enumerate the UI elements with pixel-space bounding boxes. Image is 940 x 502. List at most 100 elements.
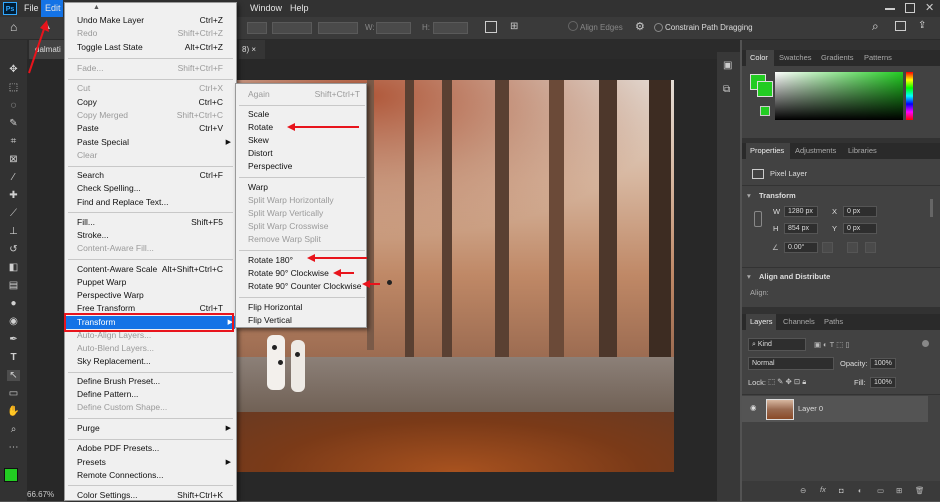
height-input[interactable]: 854 px xyxy=(784,223,818,234)
menu-item-check-spelling[interactable]: Check Spelling... xyxy=(77,182,233,195)
link-layers-icon[interactable]: ⊖ xyxy=(800,486,806,495)
submenu-item-distort[interactable]: Distort xyxy=(248,147,364,160)
tab-layers[interactable]: Layers xyxy=(746,314,776,330)
submenu-item-split-warp-horizontally[interactable]: Split Warp Horizontally xyxy=(248,194,364,207)
color-field[interactable] xyxy=(775,72,903,120)
path-selection-icon[interactable]: ↖ xyxy=(7,370,20,381)
dodge-tool-icon[interactable]: ◉ xyxy=(7,316,20,327)
stroke-type-dropdown[interactable] xyxy=(318,22,358,34)
link-icon[interactable] xyxy=(754,211,762,227)
submenu-item-remove-warp-split[interactable]: Remove Warp Split xyxy=(248,233,364,246)
search-icon[interactable]: ⌕ xyxy=(872,19,879,34)
menu-item-search[interactable]: Search Ctrl+F xyxy=(77,169,233,182)
submenu-item-flip-horizontal[interactable]: Flip Horizontal xyxy=(248,301,364,314)
kind-filter-dropdown[interactable]: ⌕ Kind xyxy=(748,338,806,351)
crop-tool-icon[interactable]: ⌗ xyxy=(7,136,20,147)
menu-item-define-pattern[interactable]: Define Pattern... xyxy=(77,388,233,401)
menu-item-content-aware-scale[interactable]: Content-Aware Scale Alt+Shift+Ctrl+C xyxy=(77,263,233,276)
stamp-tool-icon[interactable]: ⊥ xyxy=(7,226,20,237)
menu-item-clear[interactable]: Clear xyxy=(77,149,233,162)
group-icon[interactable]: ▭ xyxy=(877,486,884,495)
frame-tool-icon[interactable]: ⊠ xyxy=(7,154,20,165)
tab-adjustments[interactable]: Adjustments xyxy=(795,143,836,159)
history-panel-icon[interactable]: ▣ xyxy=(723,60,732,71)
zoom-level[interactable]: 66.67% xyxy=(27,490,67,501)
align-edges-checkbox[interactable] xyxy=(568,21,578,31)
eraser-tool-icon[interactable]: ◧ xyxy=(7,262,20,273)
eyedropper-icon[interactable]: ⁄ xyxy=(7,172,20,183)
path-align-icon[interactable]: ⊞ xyxy=(510,21,518,32)
hand-tool-icon[interactable]: ✋ xyxy=(7,406,20,417)
brush-tool-icon[interactable]: ⟋ xyxy=(7,208,20,219)
lock-icons[interactable]: ⬚ ✎ ✥ ⊡ 🔒︎ xyxy=(768,377,806,387)
home-icon[interactable]: ⌂ xyxy=(10,20,17,34)
submenu-item-split-warp-crosswise[interactable]: Split Warp Crosswise xyxy=(248,220,364,233)
eye-icon[interactable]: ◉ xyxy=(750,403,757,412)
layer-name[interactable]: Layer 0 xyxy=(798,404,823,413)
tab-swatches[interactable]: Swatches xyxy=(779,50,812,66)
menu-item-undo[interactable]: Undo Make Layer Ctrl+Z xyxy=(77,14,233,27)
menu-item-redo[interactable]: Redo Shift+Ctrl+Z xyxy=(77,27,233,40)
mask-icon[interactable]: ◘ xyxy=(839,486,844,495)
submenu-item-rotate-180[interactable]: Rotate 180° xyxy=(248,254,364,267)
menu-item-define-brush[interactable]: Define Brush Preset... xyxy=(77,375,233,388)
lasso-tool-icon[interactable]: ◌ xyxy=(7,100,20,111)
move-tool-icon[interactable]: ✥ xyxy=(7,64,20,75)
menu-item-sky-replacement[interactable]: Sky Replacement... xyxy=(77,355,233,368)
blur-tool-icon[interactable]: ● xyxy=(7,298,20,309)
history-brush-icon[interactable]: ↺ xyxy=(7,244,20,255)
menu-item-fill[interactable]: Fill... Shift+F5 xyxy=(77,216,233,229)
menu-item-find-replace[interactable]: Find and Replace Text... xyxy=(77,196,233,209)
document-tab-close[interactable]: 8) × xyxy=(239,40,265,59)
stroke-width-field[interactable] xyxy=(272,22,312,34)
quick-select-icon[interactable]: ✎ xyxy=(7,118,20,129)
menu-item-paste-special[interactable]: Paste Special ▶ xyxy=(77,136,233,149)
menu-item-define-custom-shape[interactable]: Define Custom Shape... xyxy=(77,401,233,414)
fill-input[interactable]: 100% xyxy=(870,377,896,388)
menu-item-color-settings[interactable]: Color Settings... Shift+Ctrl+K xyxy=(77,489,233,502)
new-layer-icon[interactable]: ⊞ xyxy=(896,486,902,495)
menu-item-stroke[interactable]: Stroke... xyxy=(77,229,233,242)
close-icon[interactable]: ✕ xyxy=(925,1,934,14)
tab-channels[interactable]: Channels xyxy=(783,314,815,330)
menu-item-cut[interactable]: Cut Ctrl+X xyxy=(77,82,233,95)
menu-item-purge[interactable]: Purge ▶ xyxy=(77,422,233,435)
tab-libraries[interactable]: Libraries xyxy=(848,143,877,159)
menu-window[interactable]: Window xyxy=(250,3,282,13)
tab-patterns[interactable]: Patterns xyxy=(864,50,892,66)
menu-item-auto-blend-layers[interactable]: Auto-Blend Layers... xyxy=(77,342,233,355)
menu-item-pdf-presets[interactable]: Adobe PDF Presets... xyxy=(77,442,233,455)
menu-item-fade[interactable]: Fade... Shift+Ctrl+F xyxy=(77,62,233,75)
menu-item-copy-merged[interactable]: Copy Merged Shift+Ctrl+C xyxy=(77,109,233,122)
menu-edit[interactable]: Edit xyxy=(45,3,61,13)
actions-panel-icon[interactable]: ⧉ xyxy=(723,84,730,95)
dropdown-icon[interactable] xyxy=(822,242,833,253)
angle-input[interactable]: 0.00° xyxy=(784,242,818,253)
trash-icon[interactable]: 🗑︎ xyxy=(915,486,925,495)
bg-color-swatch[interactable] xyxy=(757,81,773,97)
workspace-icon[interactable] xyxy=(895,21,906,31)
fx-icon[interactable]: fx xyxy=(820,485,826,494)
menu-item-toggle-last-state[interactable]: Toggle Last State Alt+Ctrl+Z xyxy=(77,41,233,54)
maximize-icon[interactable] xyxy=(905,3,915,13)
collapse-icon[interactable]: ▾ xyxy=(747,191,751,200)
gradient-tool-icon[interactable]: ▤ xyxy=(7,280,20,291)
tab-color[interactable]: Color xyxy=(746,50,774,66)
menu-item-content-aware-fill[interactable]: Content-Aware Fill... xyxy=(77,242,233,255)
gamut-swatch[interactable] xyxy=(760,106,770,116)
zoom-tool-icon[interactable]: ⌕ xyxy=(7,424,20,435)
more-tools-icon[interactable]: ⋯ xyxy=(7,442,20,453)
menu-item-perspective-warp[interactable]: Perspective Warp xyxy=(77,289,233,302)
filter-icons[interactable]: ▣ ◐ T ⬚ ▯ xyxy=(814,340,849,349)
submenu-item-rotate-90-ccw[interactable]: Rotate 90° Counter Clockwise xyxy=(248,280,364,293)
width-input[interactable]: 1280 px xyxy=(784,206,818,217)
flip-vertical-icon[interactable] xyxy=(865,242,876,253)
menu-item-copy[interactable]: Copy Ctrl+C xyxy=(77,96,233,109)
path-ops-icon[interactable] xyxy=(485,21,497,33)
tab-gradients[interactable]: Gradients xyxy=(821,50,854,66)
submenu-item-flip-vertical[interactable]: Flip Vertical xyxy=(248,314,364,327)
filter-toggle[interactable] xyxy=(922,340,929,347)
flip-horizontal-icon[interactable] xyxy=(847,242,858,253)
submenu-item-scale[interactable]: Scale xyxy=(248,108,364,121)
x-input[interactable]: 0 px xyxy=(843,206,877,217)
